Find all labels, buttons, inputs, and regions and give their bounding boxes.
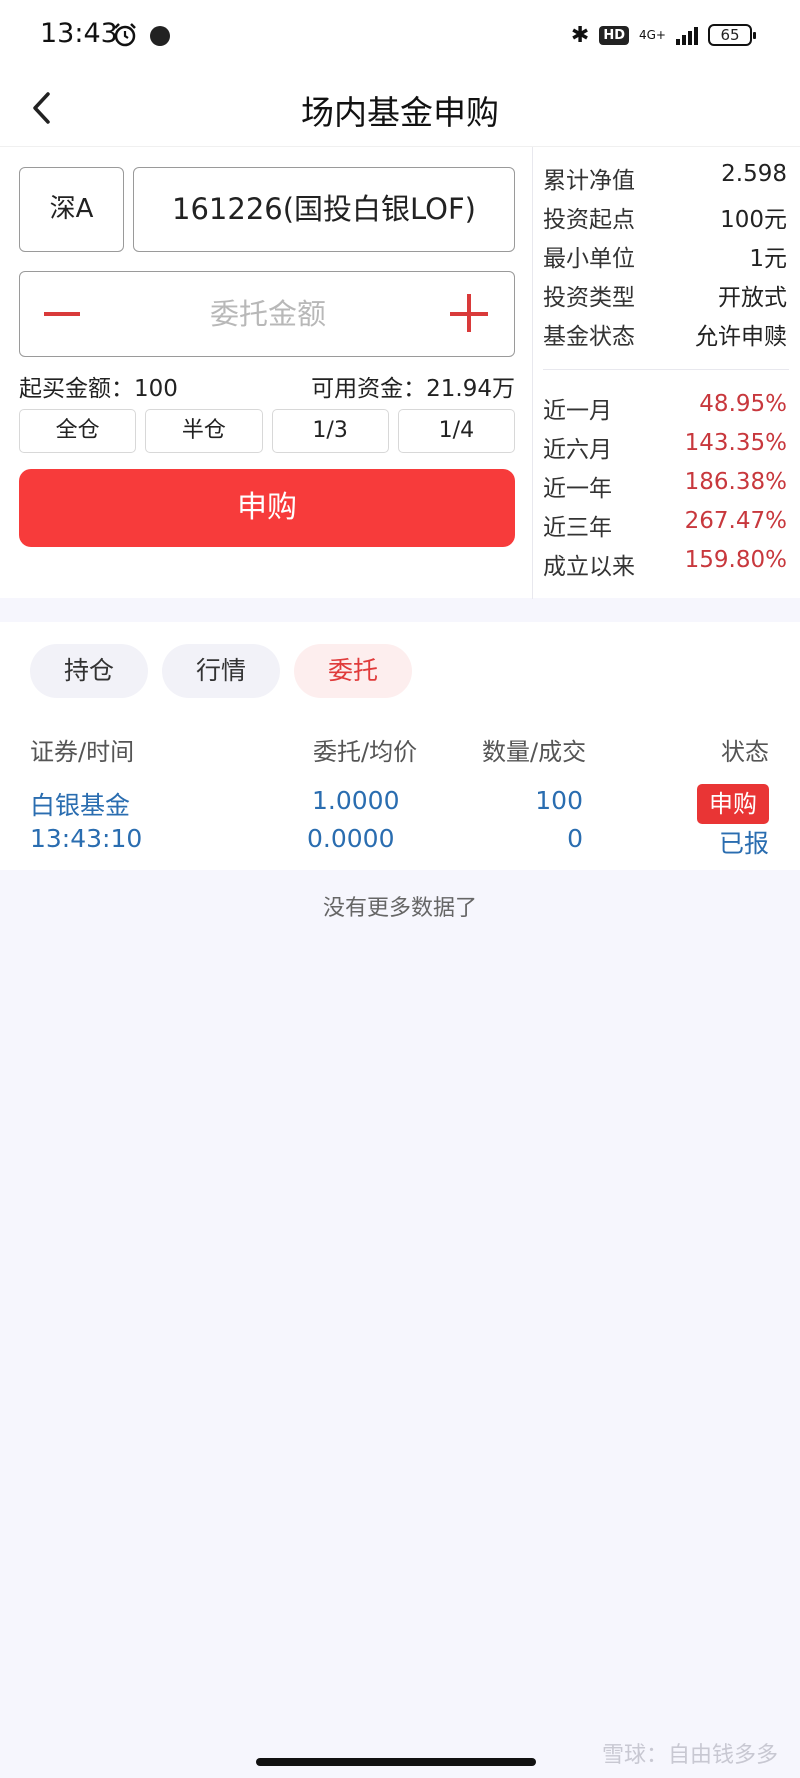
- ratio-half-button[interactable]: 半仓: [145, 409, 263, 453]
- fund-attr-row: 投资类型 开放式: [543, 278, 787, 312]
- return-row: 近三年 267.47%: [543, 508, 787, 542]
- vertical-divider: [532, 147, 533, 599]
- home-indicator[interactable]: [256, 1758, 536, 1766]
- fund-code-field[interactable]: 161226(国投白银LOF): [133, 167, 515, 252]
- fund-attr-row: 投资起点 100元: [543, 200, 787, 234]
- fund-attr-label: 最小单位: [543, 246, 635, 272]
- bluetooth-icon: ✱: [570, 22, 590, 48]
- minus-icon[interactable]: [44, 312, 80, 316]
- return-row: 近一年 186.38%: [543, 469, 787, 503]
- available-funds: 可用资金：21.94万: [311, 369, 515, 403]
- order-price: 1.0000: [312, 786, 400, 815]
- fund-attr-label: 累计净值: [543, 168, 635, 194]
- available-value: 21.94万: [426, 376, 515, 402]
- amount-stepper: [19, 271, 515, 357]
- order-type-badge: 申购: [697, 784, 769, 824]
- fund-attr-label: 投资类型: [543, 285, 635, 311]
- fund-attr-value: 允许申赎: [695, 324, 787, 350]
- fund-attr-row: 累计净值 2.598: [543, 161, 787, 195]
- funds-info-row: 起买金额：100 可用资金：21.94万: [19, 369, 515, 405]
- return-value: 159.80%: [684, 547, 787, 573]
- column-header: 委托/均价: [313, 738, 418, 766]
- min-buy-label: 起买金额：: [19, 376, 134, 402]
- column-header: 状态: [721, 738, 769, 766]
- return-label: 近六月: [543, 437, 612, 463]
- fund-attr-value: 开放式: [718, 285, 787, 311]
- nav-bar: 场内基金申购: [0, 70, 800, 146]
- plus-icon[interactable]: [450, 292, 490, 336]
- security-name: 白银基金: [30, 791, 131, 820]
- return-label: 近一月: [543, 398, 612, 424]
- column-header: 数量/成交: [482, 738, 587, 766]
- return-value: 143.35%: [684, 430, 787, 456]
- fund-attr-row: 最小单位 1元: [543, 239, 787, 273]
- status-bar: 13:43 ✱ HD 4G+ 65: [0, 0, 800, 70]
- status-time: 13:43: [40, 18, 118, 49]
- alarm-icon: [114, 23, 136, 47]
- filled-quantity: 0: [567, 824, 583, 853]
- amount-input[interactable]: [110, 282, 426, 346]
- status-icons: ✱ HD 4G+ 65: [570, 20, 756, 50]
- return-value: 48.95%: [699, 391, 787, 417]
- available-label: 可用资金：: [311, 376, 427, 402]
- min-buy-value: 100: [134, 376, 178, 402]
- fund-attr-label: 基金状态: [543, 324, 635, 350]
- return-label: 近一年: [543, 476, 612, 502]
- order-quantity: 100: [535, 786, 583, 815]
- ratio-quarter-button[interactable]: 1/4: [397, 409, 515, 453]
- tab-orders[interactable]: 委托: [294, 644, 412, 698]
- return-label: 成立以来: [543, 554, 635, 580]
- average-price: 0.0000: [307, 824, 395, 853]
- order-time: 13:43:10: [30, 824, 143, 853]
- tab-positions[interactable]: 持仓: [30, 644, 148, 698]
- tab-bar: 持仓 行情 委托: [30, 644, 412, 698]
- orders-panel: 持仓 行情 委托 证券/时间 委托/均价 数量/成交 状态 白银基金 13:43…: [0, 622, 800, 870]
- battery-icon: 65: [708, 24, 756, 46]
- fund-attr-value: 1元: [749, 246, 787, 272]
- return-row: 成立以来 159.80%: [543, 547, 787, 581]
- network-label: 4G+: [639, 28, 666, 42]
- fund-attr-row: 基金状态 允许申赎: [543, 317, 787, 351]
- ratio-third-button[interactable]: 1/3: [271, 409, 389, 453]
- signal-icon: [676, 25, 698, 45]
- no-more-data-text: 没有更多数据了: [322, 896, 477, 921]
- return-row: 近六月 143.35%: [543, 430, 787, 464]
- page-title: 场内基金申购: [301, 93, 499, 132]
- market-selector[interactable]: 深A: [19, 167, 124, 252]
- hd-icon: HD: [599, 25, 629, 45]
- return-label: 近三年: [543, 515, 612, 541]
- watermark: 雪球：自由钱多多: [601, 1743, 778, 1768]
- notification-dot-icon: [150, 26, 170, 46]
- ratio-buttons: 全仓 半仓 1/3 1/4: [19, 409, 515, 453]
- fund-attr-value: 2.598: [721, 161, 787, 187]
- subscribe-button[interactable]: 申购: [19, 469, 515, 547]
- return-row: 近一月 48.95%: [543, 391, 787, 425]
- return-value: 186.38%: [684, 469, 787, 495]
- order-section: 深A 161226(国投白银LOF) 起买金额：100 可用资金：21.94万 …: [0, 146, 800, 599]
- tab-market[interactable]: 行情: [162, 644, 280, 698]
- fund-attr-label: 投资起点: [543, 207, 635, 233]
- info-divider: [543, 369, 789, 370]
- fund-attr-value: 100元: [720, 207, 787, 233]
- order-status: 已报: [718, 829, 769, 858]
- column-header: 证券/时间: [30, 738, 135, 766]
- min-buy: 起买金额：100: [19, 369, 178, 403]
- ratio-full-button[interactable]: 全仓: [19, 409, 137, 453]
- return-value: 267.47%: [684, 508, 787, 534]
